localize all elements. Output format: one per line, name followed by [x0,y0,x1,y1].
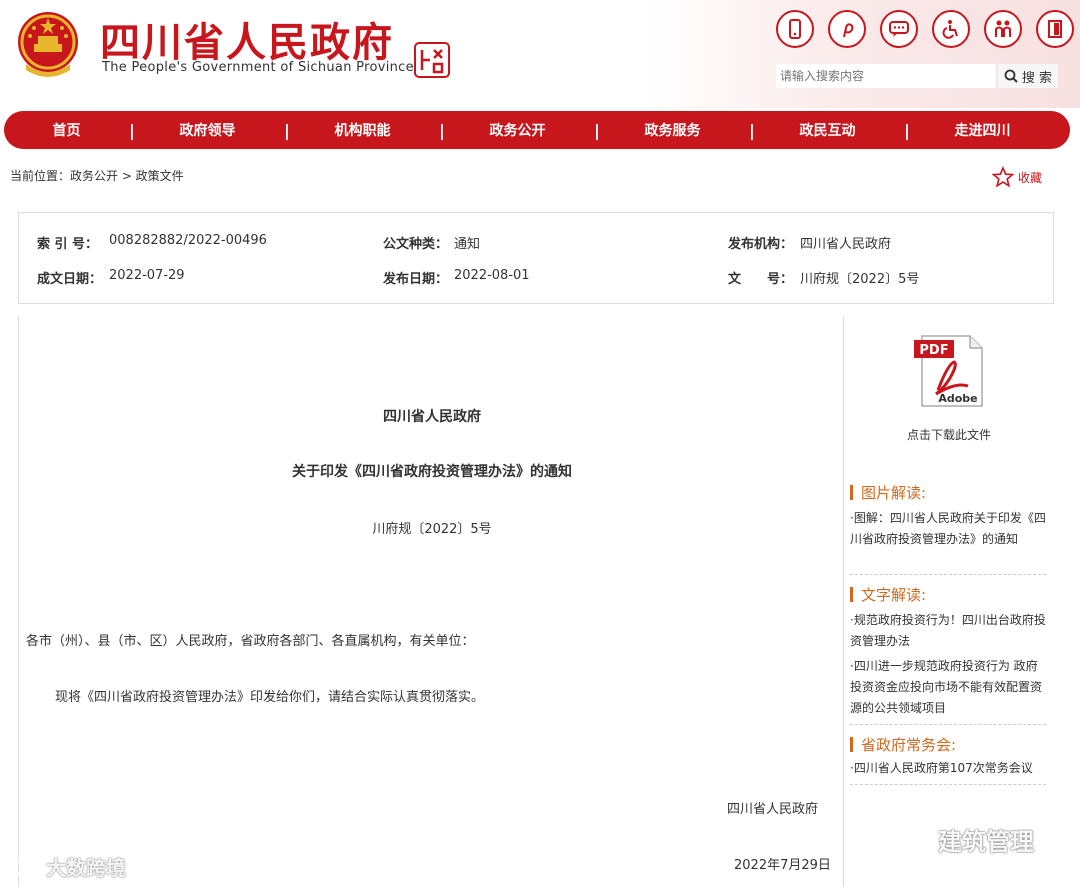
meta-written: 成文日期： [37,268,102,287]
meta-docno-value: 川府规〔2022〕5号 [800,272,920,287]
wechat-watermark-icon [890,825,929,853]
seal-logo-icon [414,42,450,78]
wechat-icon[interactable] [880,10,918,48]
meta-index: 索 引 号： [37,233,98,252]
nav-item-home[interactable]: 首页 [4,120,129,140]
watermark-left-text: 大数跨境 [46,856,126,880]
search-button[interactable]: 搜 索 [998,64,1058,88]
main-nav: 首页 | 政府领导 | 机构职能 | 政务公开 | 政务服务 | 政民互动 | … [4,111,1070,149]
section-title-text: 文字解读: [861,586,927,604]
sidebar-link[interactable]: ·四川省人民政府第107次常务会议 [850,758,1046,779]
site-subtitle: The People's Government of Sichuan Provi… [102,60,414,75]
elderly-care-icon[interactable] [984,10,1022,48]
meta-issuer: 发布机构： [728,233,793,252]
nav-item-interaction[interactable]: 政民互动 [751,120,904,140]
section-heading-meeting: 省政府常务会: [850,734,956,755]
breadcrumb: 当前位置：政务公开 > 政策文件 [10,169,184,183]
search-button-label: 搜 索 [1021,70,1053,86]
meta-published-value: 2022-08-01 [454,268,530,283]
search-icon [1004,69,1018,83]
divider [850,784,1046,785]
sidebar-link[interactable]: ·图解：四川省人民政府关于印发《四川省政府投资管理办法》的通知 [850,508,1046,550]
nav-item-open-government[interactable]: 政务公开 [441,120,594,140]
divider [850,574,1046,575]
meta-index-label: 索 引 号： [37,237,99,252]
watermark-right: 建筑管理 [890,822,1034,857]
meta-written-label: 成文日期： [37,272,103,287]
section-marker [850,587,853,602]
favorite-label: 收藏 [1018,170,1043,185]
pdf-label: PDF [919,343,948,358]
sidebar: PDF Adobe 点击下载此文件 图片解读: ·图解：四川省人民政府关于印发《… [846,316,1052,887]
download-link[interactable]: 点击下载此文件 [846,426,1052,443]
meta-type-label: 公文种类： [383,237,449,252]
section-heading-text: 文字解读: [850,584,926,605]
document-meta: 索 引 号： 008282882/2022-00496 公文种类： 通知 发布机… [18,212,1054,304]
document-number: 川府规〔2022〕5号 [372,522,492,537]
accessibility-icon[interactable] [932,10,970,48]
pdf-download-icon[interactable]: PDF Adobe [914,334,986,408]
section-title-image: 图片解读: [861,484,927,502]
nav-item-services[interactable]: 政务服务 [596,120,749,140]
nav-item-leaders[interactable]: 政府领导 [131,120,284,140]
meta-index-value: 008282882/2022-00496 [109,233,267,248]
divider [850,724,1046,725]
search-input[interactable] [776,64,996,88]
nav-item-agencies[interactable]: 机构职能 [286,120,439,140]
meta-published: 发布日期： [383,268,448,287]
section-heading-image: 图片解读: [850,482,926,503]
sidebar-link[interactable]: ·规范政府投资行为！四川出台政府投资管理办法 [850,610,1046,652]
meta-docno: 文 号： [728,268,793,287]
section-marker [850,737,853,752]
star-icon [992,166,1014,188]
exit-icon[interactable] [1036,10,1074,48]
meta-docno-label: 文 号： [728,272,794,287]
meta-issuer-label: 发布机构： [728,237,794,252]
section-title-meeting: 省政府常务会: [861,736,957,754]
sidebar-link[interactable]: ·四川进一步规范政府投资行为 政府投资资金应投向市场不能有效配置资源的公共领域项… [850,656,1046,719]
top-icon-bar [776,10,1074,48]
document-content: 四川省人民政府 关于印发《四川省政府投资管理办法》的通知 川府规〔2022〕5号… [18,316,844,887]
nav-item-about-sichuan[interactable]: 走进四川 [906,120,1059,140]
watermark-right-text: 建筑管理 [938,828,1034,856]
document-addressee: 各市（州）、县（市、区）人民政府，省政府各部门、各直属机构，有关单位： [26,634,475,649]
document-date: 2022年7月29日 [734,858,831,873]
search-bar: 搜 索 [776,64,1060,88]
document-title: 关于印发《四川省政府投资管理办法》的通知 [292,464,572,480]
meta-type-value: 通知 [454,237,481,252]
meta-issuer-value: 四川省人民政府 [800,237,892,252]
mobile-icon[interactable] [776,10,814,48]
national-emblem-icon [18,12,78,77]
meta-published-label: 发布日期： [383,272,449,287]
site-header: 四川省人民政府 The People's Government of Sichu… [0,0,1080,108]
meta-written-value: 2022-07-29 [109,268,185,283]
meta-type: 公文种类： [383,233,448,252]
adobe-label: Adobe [938,392,977,405]
watermark-left: 大数跨境 [6,852,126,881]
weibo-icon[interactable] [828,10,866,48]
document-org: 四川省人民政府 [383,409,481,425]
watermark-logo-icon [6,858,40,875]
section-marker [850,485,853,500]
document-body: 现将《四川省政府投资管理办法》印发给你们，请结合实际认真贯彻落实。 [55,690,485,705]
document-signature: 四川省人民政府 [727,802,819,817]
favorite-button[interactable]: 收藏 [992,166,1042,188]
